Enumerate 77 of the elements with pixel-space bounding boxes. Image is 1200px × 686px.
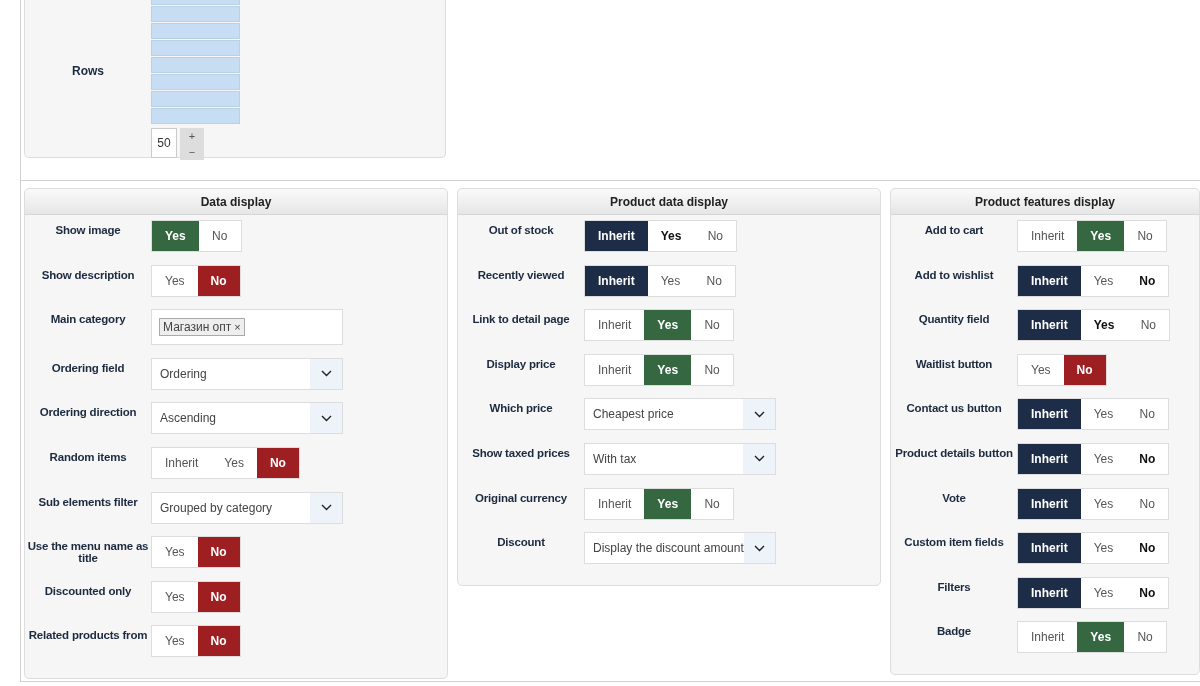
dropdown-select[interactable]: Cheapest price xyxy=(584,398,776,431)
field-label: Which price xyxy=(488,401,554,415)
tag-label: Магазин опт xyxy=(163,320,232,335)
field-label: Badge xyxy=(935,624,973,638)
option-button[interactable]: Inherit xyxy=(1018,577,1081,608)
dropdown-select[interactable]: With tax xyxy=(584,442,776,475)
field-label: Vote xyxy=(941,490,967,504)
chevron-down-icon xyxy=(753,455,765,463)
field-label: Link to detail page xyxy=(471,312,571,326)
field-label: Contact us button xyxy=(905,401,1003,415)
option-button[interactable]: Inherit xyxy=(1018,399,1081,430)
option-button[interactable]: Inherit xyxy=(585,221,648,251)
field-label: Related products from xyxy=(27,628,149,642)
select-value: Ordering xyxy=(159,366,208,381)
field-label: Product details button xyxy=(894,445,1014,459)
option-button[interactable]: Inherit xyxy=(1018,310,1081,341)
option-button[interactable]: No xyxy=(197,265,240,296)
increment-button[interactable]: + xyxy=(188,130,196,142)
field-label: Show description xyxy=(40,267,136,281)
field-label: Add to cart xyxy=(923,223,985,236)
field-label: Ordering field xyxy=(50,360,126,374)
panel-header: Product data display xyxy=(458,189,880,215)
panel-header: Product features display xyxy=(891,189,1199,215)
option-button[interactable]: No xyxy=(1063,354,1106,385)
option-button[interactable]: Inherit xyxy=(1018,533,1081,564)
chevron-down-icon xyxy=(753,544,765,552)
option-button[interactable]: Yes xyxy=(644,310,692,341)
chevron-down-icon xyxy=(320,504,332,512)
field-label: Discounted only xyxy=(43,583,133,597)
field-label: Waitlist button xyxy=(914,356,994,370)
option-button[interactable]: Yes xyxy=(644,488,692,519)
field-label: Show image xyxy=(54,223,122,236)
option-button[interactable]: Inherit xyxy=(1018,443,1081,474)
option-button[interactable]: Yes xyxy=(1077,221,1125,251)
option-button[interactable]: Yes xyxy=(644,354,692,385)
field-label: Main category xyxy=(49,312,127,326)
select-value: With tax xyxy=(592,451,638,466)
field-label: Display price xyxy=(485,356,557,370)
dropdown-select[interactable]: Grouped by category xyxy=(151,491,343,524)
field-label: Random items xyxy=(48,449,128,463)
dropdown-select[interactable]: Ordering xyxy=(151,357,343,390)
chevron-down-icon xyxy=(753,410,765,418)
number-input-field[interactable]: 50 xyxy=(151,128,177,158)
select-value: Cheapest price xyxy=(592,407,675,422)
tag-remove-button[interactable]: × xyxy=(234,321,241,334)
option-button[interactable]: No xyxy=(197,581,240,612)
field-label: Discount xyxy=(496,535,546,549)
field-label: Show taxed prices xyxy=(471,445,571,459)
option-button[interactable]: Yes xyxy=(152,221,199,251)
option-button[interactable]: Inherit xyxy=(1018,265,1081,296)
select-value: Grouped by category xyxy=(159,500,274,515)
field-label: Out of stock xyxy=(487,223,555,236)
option-button[interactable]: Inherit xyxy=(1018,488,1081,519)
select-value: Display the discount amount xyxy=(592,541,744,556)
panel-header: Data display xyxy=(25,189,447,215)
dropdown-select[interactable]: Ascending xyxy=(151,402,343,435)
field-label: Ordering direction xyxy=(38,405,138,419)
dropdown-select[interactable]: Display the discount amount xyxy=(584,532,776,565)
decrement-button[interactable]: − xyxy=(188,146,196,158)
option-button[interactable]: No xyxy=(197,626,240,657)
field-label: Filters xyxy=(936,579,972,593)
field-label: Use the menu name as title xyxy=(26,539,150,565)
field-label: Original currency xyxy=(474,490,568,504)
option-button[interactable]: Inherit xyxy=(585,265,648,296)
field-label: Rows xyxy=(71,62,105,80)
chevron-down-icon xyxy=(320,414,332,422)
field-label: Add to wishlist xyxy=(913,267,995,281)
field-label: Quantity field xyxy=(917,312,991,326)
field-label: Sub elements filter xyxy=(37,494,139,508)
tag-input-field[interactable]: Магазин опт × xyxy=(151,309,343,346)
field-label: Custom item fields xyxy=(903,535,1005,549)
option-button[interactable]: No xyxy=(197,537,240,568)
chevron-down-icon xyxy=(320,370,332,378)
option-button[interactable]: Yes xyxy=(1077,622,1125,653)
select-value: Ascending xyxy=(159,411,218,426)
field-label: Recently viewed xyxy=(476,267,566,281)
option-button[interactable]: No xyxy=(256,447,299,478)
